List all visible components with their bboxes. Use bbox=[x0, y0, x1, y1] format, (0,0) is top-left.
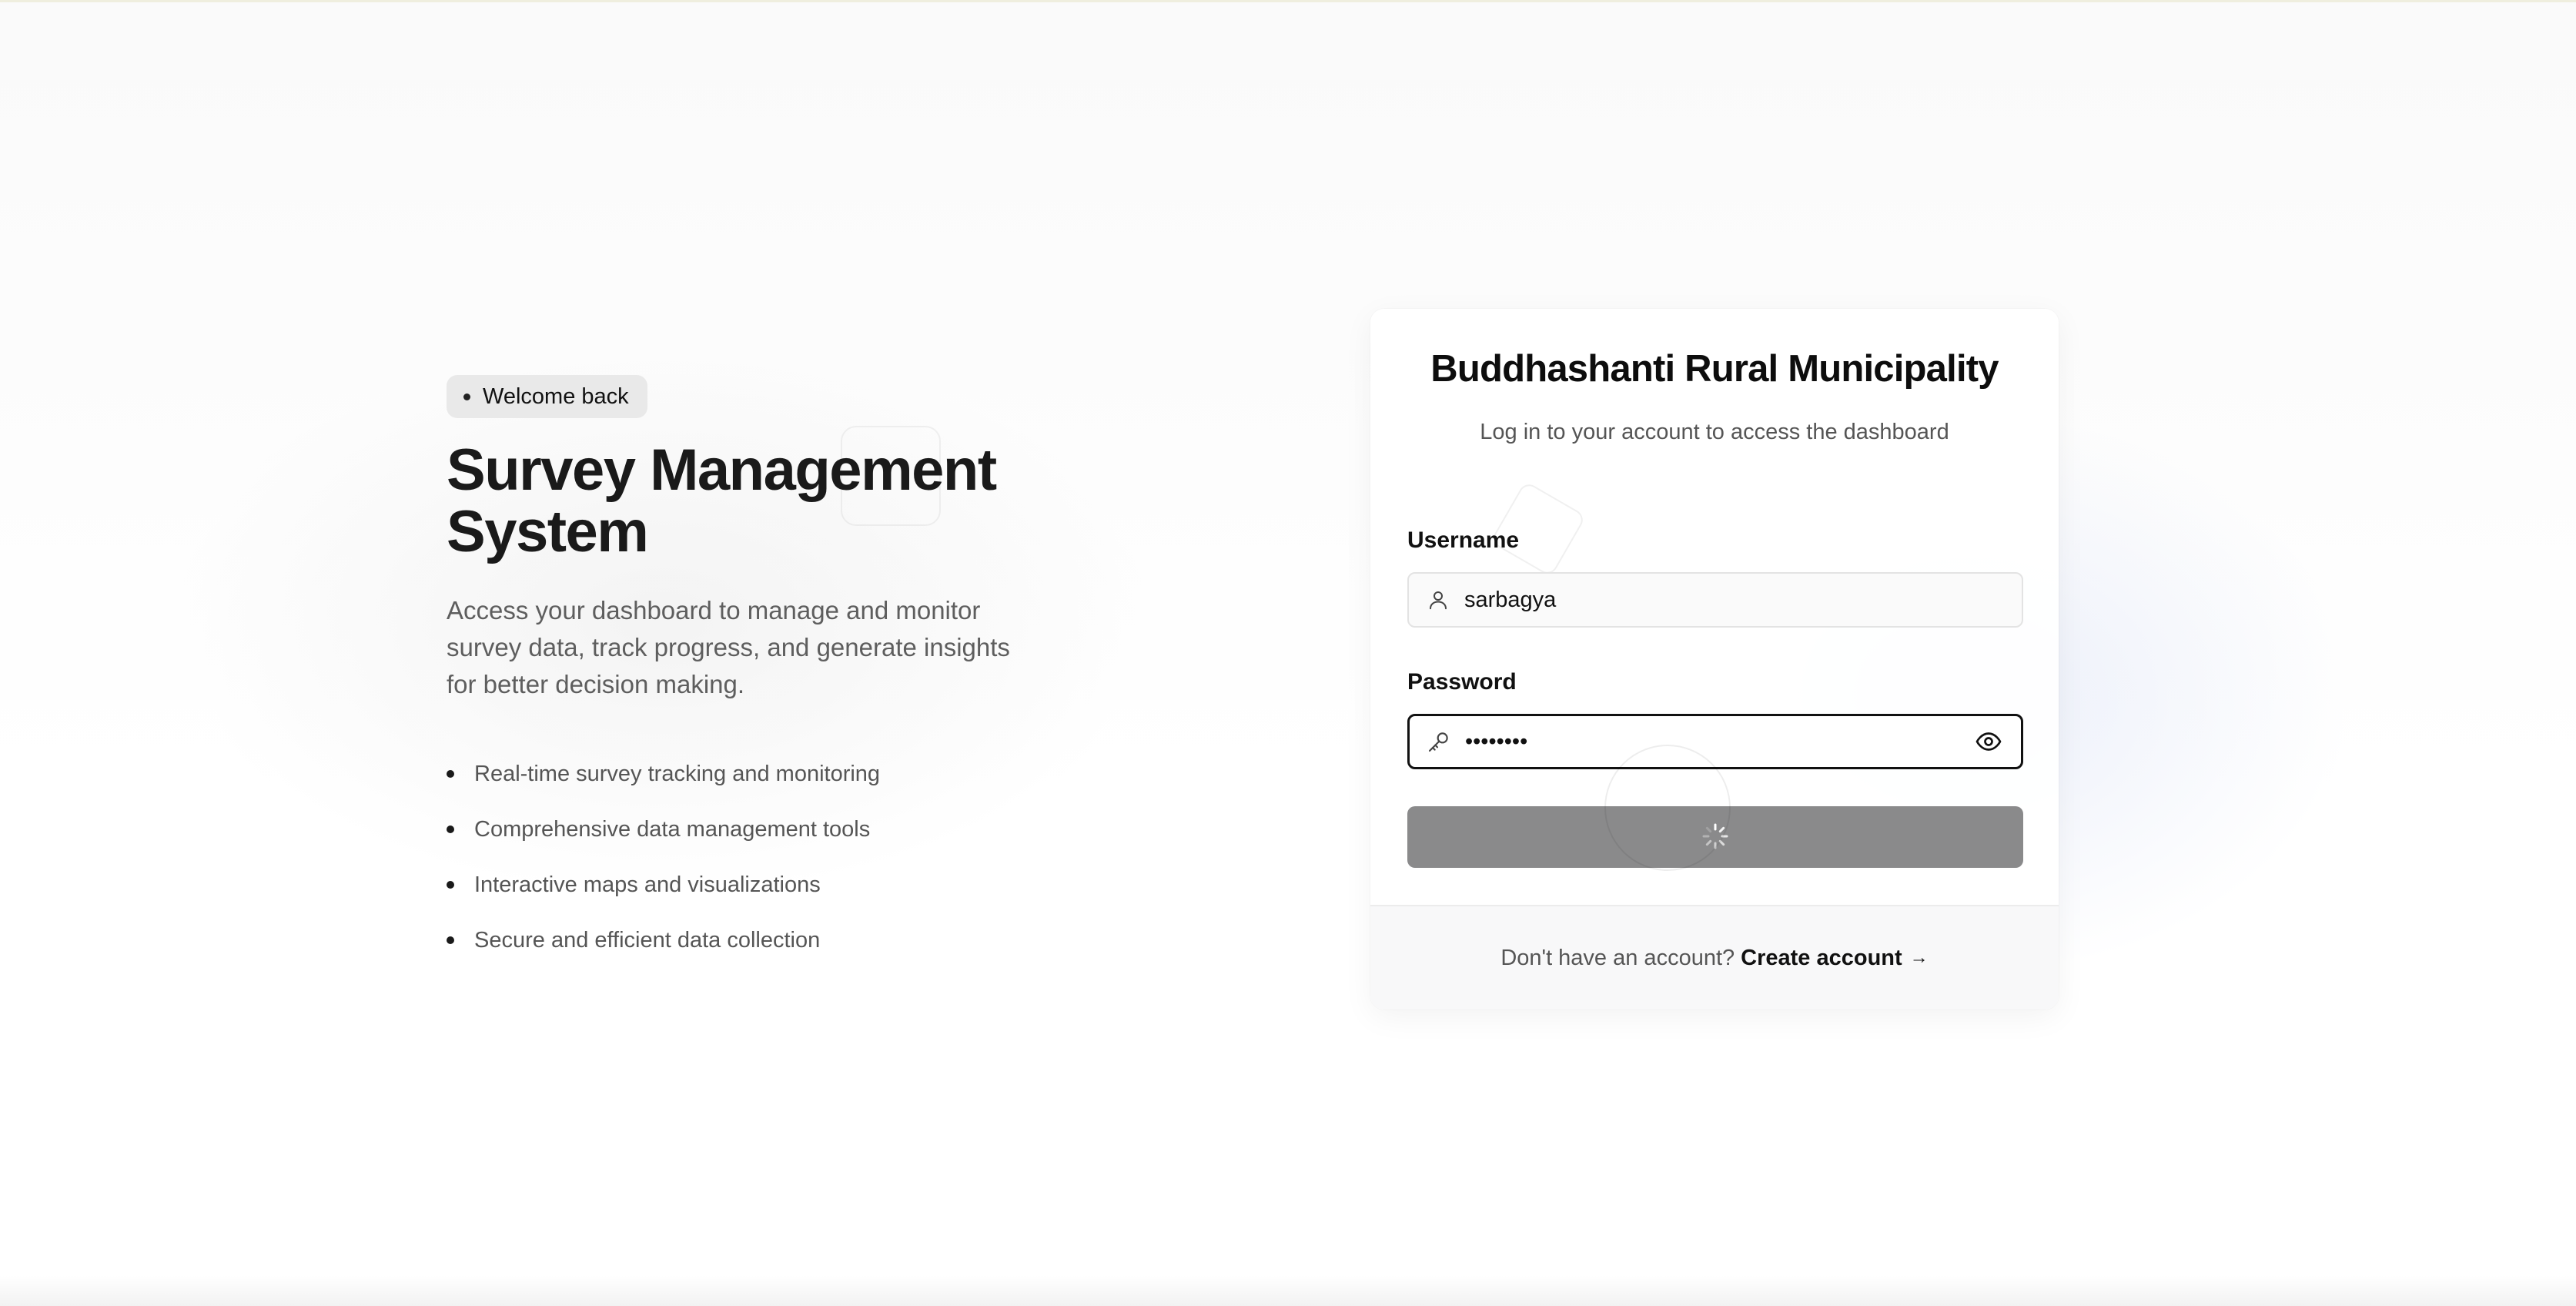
feature-item: Secure and efficient data collection bbox=[447, 913, 1078, 968]
feature-item: Interactive maps and visualizations bbox=[447, 857, 1078, 913]
spinner-icon bbox=[1701, 822, 1729, 852]
hero-section: Welcome back Survey Management System Ac… bbox=[447, 375, 1078, 968]
feature-label: Interactive maps and visualizations bbox=[474, 872, 821, 897]
welcome-badge: Welcome back bbox=[447, 375, 647, 418]
bullet-icon bbox=[447, 770, 454, 778]
key-icon bbox=[1425, 728, 1453, 755]
create-account-link[interactable]: Create account → bbox=[1741, 946, 1929, 971]
username-field[interactable] bbox=[1407, 572, 2023, 628]
feature-label: Comprehensive data management tools bbox=[474, 816, 871, 842]
login-submit-button[interactable] bbox=[1407, 806, 2023, 868]
welcome-badge-label: Welcome back bbox=[483, 383, 629, 409]
login-page: Welcome back Survey Management System Ac… bbox=[0, 0, 2576, 1306]
card-subtitle: Log in to your account to access the das… bbox=[1480, 420, 1949, 444]
feature-item: Real-time survey tracking and monitoring bbox=[447, 746, 1078, 802]
password-label: Password bbox=[1407, 669, 1517, 695]
login-card: Buddhashanti Rural Municipality Log in t… bbox=[1370, 309, 2059, 1010]
username-label: Username bbox=[1407, 527, 1520, 553]
password-input[interactable] bbox=[1464, 715, 1973, 768]
card-title: Buddhashanti Rural Municipality bbox=[1430, 348, 1999, 390]
card-footer: Don't have an account? Create account → bbox=[1370, 905, 2059, 1010]
eye-icon[interactable] bbox=[1973, 726, 2004, 757]
user-icon bbox=[1424, 586, 1452, 614]
arrow-right-icon: → bbox=[1909, 947, 1929, 968]
feature-list: Real-time survey tracking and monitoring… bbox=[447, 746, 1078, 968]
footer-prompt: Don't have an account? bbox=[1500, 945, 1735, 970]
password-field[interactable] bbox=[1407, 714, 2023, 769]
hero-title: Survey Management System bbox=[447, 437, 997, 564]
feature-label: Secure and efficient data collection bbox=[474, 927, 821, 953]
bullet-icon bbox=[447, 936, 454, 944]
bottom-shade bbox=[0, 1275, 2576, 1306]
hero-description: Access your dashboard to manage and moni… bbox=[447, 596, 1010, 698]
create-account-label: Create account bbox=[1741, 945, 1902, 970]
feature-label: Real-time survey tracking and monitoring bbox=[474, 761, 881, 786]
bullet-icon bbox=[447, 825, 454, 833]
username-input[interactable] bbox=[1463, 573, 2022, 627]
bullet-icon bbox=[447, 881, 454, 889]
feature-item: Comprehensive data management tools bbox=[447, 802, 1078, 857]
dot-icon bbox=[463, 393, 470, 400]
